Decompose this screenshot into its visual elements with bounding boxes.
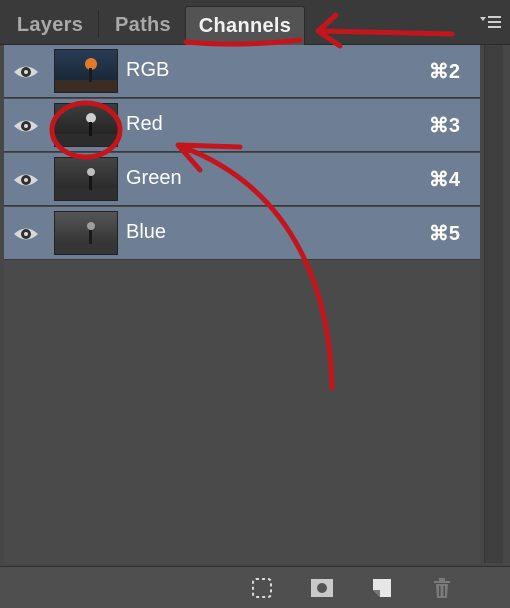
channel-name: RGB bbox=[126, 59, 170, 81]
channel-row-blue[interactable]: Blue ⌘5 bbox=[4, 207, 480, 260]
channel-row-red[interactable]: Red ⌘3 bbox=[4, 99, 480, 152]
trash-icon[interactable] bbox=[430, 576, 454, 600]
panel-footer bbox=[0, 566, 510, 608]
tab-channels[interactable]: Channels bbox=[185, 6, 305, 45]
visibility-eye-icon[interactable] bbox=[12, 166, 40, 194]
channel-name: Blue bbox=[126, 221, 167, 243]
visibility-eye-icon[interactable] bbox=[12, 112, 40, 140]
tab-paths[interactable]: Paths bbox=[104, 6, 182, 44]
visibility-eye-icon[interactable] bbox=[12, 58, 40, 86]
visibility-eye-icon[interactable] bbox=[12, 220, 40, 248]
selection-icon[interactable] bbox=[250, 576, 274, 600]
panel-menu-icon[interactable] bbox=[480, 14, 502, 32]
channel-thumbnail-blue bbox=[54, 211, 118, 255]
new-channel-icon[interactable] bbox=[370, 576, 394, 600]
panel-tab-bar: Layers Paths Channels bbox=[0, 0, 510, 45]
channel-shortcut: ⌘3 bbox=[428, 115, 460, 137]
channel-list: RGB ⌘2 Red ⌘3 Green ⌘4 Blue ⌘5 bbox=[4, 45, 480, 563]
channel-thumbnail-green bbox=[54, 157, 118, 201]
channel-shortcut: ⌘5 bbox=[428, 223, 460, 245]
channel-shortcut: ⌘4 bbox=[428, 169, 460, 191]
tab-layers[interactable]: Layers bbox=[6, 6, 94, 44]
channel-thumbnail-red bbox=[54, 103, 118, 147]
channel-name: Green bbox=[126, 167, 182, 189]
channel-shortcut: ⌘2 bbox=[428, 61, 460, 83]
channel-name: Red bbox=[126, 113, 163, 135]
channels-panel: Layers Paths Channels RGB ⌘2 Red ⌘3 Gree… bbox=[0, 0, 510, 608]
panel-scrollbar[interactable] bbox=[484, 45, 503, 563]
tab-divider bbox=[98, 10, 99, 38]
channel-row-rgb[interactable]: RGB ⌘2 bbox=[4, 45, 480, 98]
mask-icon[interactable] bbox=[310, 576, 334, 600]
channel-thumbnail-rgb bbox=[54, 49, 118, 93]
channel-row-green[interactable]: Green ⌘4 bbox=[4, 153, 480, 206]
